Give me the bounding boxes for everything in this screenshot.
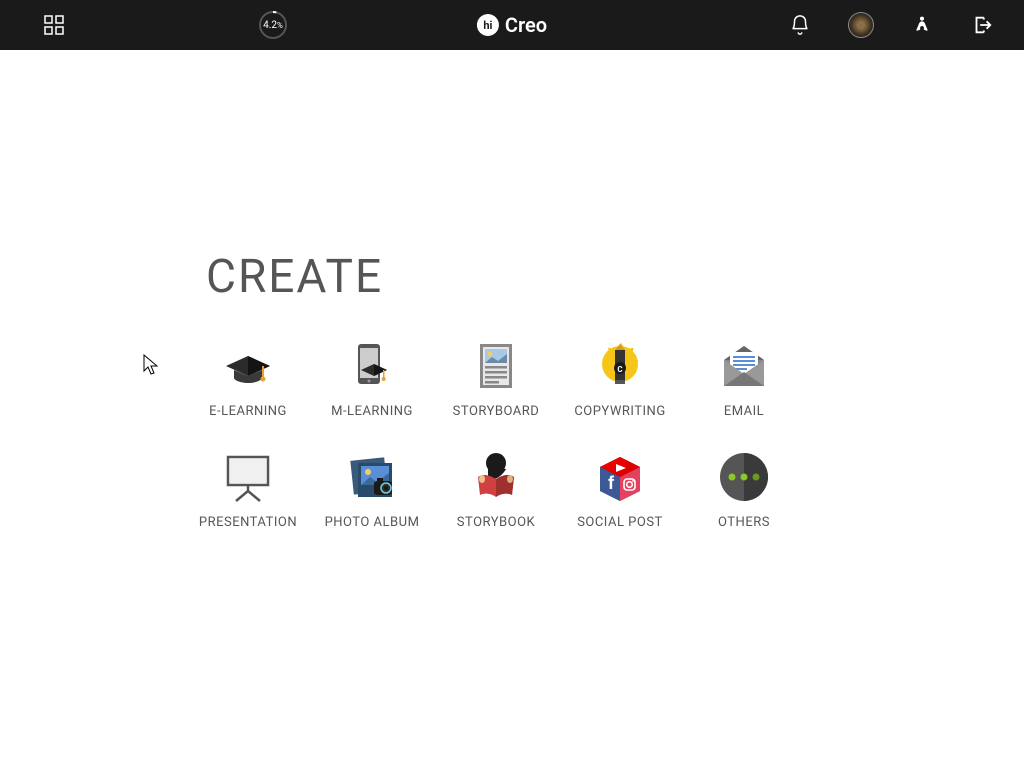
tile-copywriting[interactable]: C COPYWRITING: [558, 338, 682, 419]
notifications-icon[interactable]: [788, 13, 812, 37]
copywriting-icon: C: [592, 338, 648, 394]
progress-value: 4.2%: [263, 20, 283, 31]
storyboard-icon: [468, 338, 524, 394]
mobile-learning-icon: [344, 338, 400, 394]
tile-storybook[interactable]: STORYBOOK: [434, 449, 558, 530]
main-content: CREATE E-LEARNING: [0, 50, 1024, 530]
tile-label: COPYWRITING: [574, 404, 665, 419]
page-title: CREATE: [206, 250, 1024, 304]
svg-text:C: C: [617, 365, 622, 374]
tile-socialpost[interactable]: f SOCIAL POST: [558, 449, 682, 530]
tile-presentation[interactable]: PRESENTATION: [186, 449, 310, 530]
presentation-icon: [220, 449, 276, 505]
logo-badge: hi: [477, 14, 499, 36]
topbar-left: 4.2%: [10, 10, 288, 40]
tile-label: M-LEARNING: [331, 404, 413, 419]
storybook-icon: [468, 449, 524, 505]
tile-elearning[interactable]: E-LEARNING: [186, 338, 310, 419]
tile-label: E-LEARNING: [209, 404, 287, 419]
tile-email[interactable]: EMAIL: [682, 338, 806, 419]
more-icon: [716, 449, 772, 505]
logo[interactable]: hi Creo: [477, 13, 547, 37]
tile-label: SOCIAL POST: [577, 515, 663, 530]
apps-grid-icon[interactable]: [42, 13, 66, 37]
tile-others[interactable]: OTHERS: [682, 449, 806, 530]
avatar[interactable]: [848, 12, 874, 38]
tile-photoalbum[interactable]: PHOTO ALBUM: [310, 449, 434, 530]
svg-text:f: f: [608, 473, 615, 493]
tile-label: OTHERS: [718, 515, 770, 530]
progress-indicator[interactable]: 4.2%: [258, 10, 288, 40]
photo-album-icon: [344, 449, 400, 505]
tile-label: EMAIL: [724, 404, 764, 419]
tile-label: STORYBOOK: [457, 515, 535, 530]
tile-label: PHOTO ALBUM: [325, 515, 420, 530]
tile-label: STORYBOARD: [453, 404, 540, 419]
tile-mlearning[interactable]: M-LEARNING: [310, 338, 434, 419]
tile-label: PRESENTATION: [199, 515, 297, 530]
top-bar: 4.2% hi Creo: [0, 0, 1024, 50]
tile-storyboard[interactable]: STORYBOARD: [434, 338, 558, 419]
topbar-right: [788, 12, 1014, 38]
graduation-cap-icon: [220, 338, 276, 394]
meditation-icon[interactable]: [910, 13, 934, 37]
logout-icon[interactable]: [970, 13, 994, 37]
create-grid: E-LEARNING M-LEARNING: [186, 338, 1024, 530]
logo-text: Creo: [505, 13, 547, 37]
email-icon: [716, 338, 772, 394]
social-post-icon: f: [592, 449, 648, 505]
